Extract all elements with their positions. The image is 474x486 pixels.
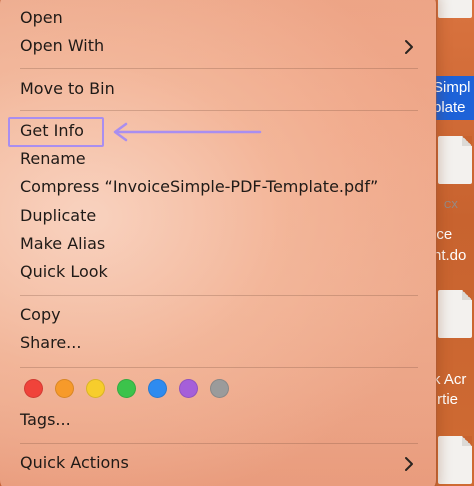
tag-yellow-dot[interactable] bbox=[86, 379, 105, 398]
menu-separator bbox=[20, 443, 418, 444]
file-type-label: CX bbox=[444, 200, 458, 211]
menu-item-label: Copy bbox=[20, 305, 61, 324]
menu-separator bbox=[20, 68, 418, 69]
desktop-selected-file-label[interactable]: Simpl plate bbox=[430, 76, 474, 120]
desktop-file-label: plate bbox=[433, 99, 466, 116]
menu-item-label: Make Alias bbox=[20, 234, 106, 253]
menu-separator bbox=[20, 367, 418, 368]
menu-item-label: Open With bbox=[20, 36, 105, 55]
menu-item-compress[interactable]: Compress “InvoiceSimple-PDF-Template.pdf… bbox=[0, 174, 436, 202]
desktop-file-icon[interactable] bbox=[438, 0, 472, 18]
tag-color-row bbox=[24, 379, 229, 399]
menu-item-tags[interactable]: Tags... bbox=[0, 407, 436, 435]
chevron-right-icon bbox=[405, 457, 413, 471]
desktop-file-label: k Acr bbox=[433, 371, 467, 388]
desktop-file-label: Simpl bbox=[433, 79, 471, 96]
desktop-file-icon[interactable] bbox=[438, 290, 472, 338]
menu-item-quick-look[interactable]: Quick Look bbox=[0, 259, 436, 287]
desktop-background: Simpl plate CX ice nt.do k Acr .rtie bbox=[430, 0, 474, 486]
context-menu: Open Open With Move to Bin Get Info Rena… bbox=[0, 0, 436, 486]
menu-item-open-with[interactable]: Open With bbox=[0, 33, 436, 61]
menu-item-rename[interactable]: Rename bbox=[0, 146, 436, 174]
desktop-file-label: .rtie bbox=[433, 391, 459, 408]
menu-item-label: Tags... bbox=[20, 410, 71, 429]
menu-item-share[interactable]: Share... bbox=[0, 330, 436, 358]
menu-item-quick-actions[interactable]: Quick Actions bbox=[0, 450, 436, 478]
desktop-file-label: nt.do bbox=[433, 247, 467, 264]
menu-item-label: Move to Bin bbox=[20, 79, 115, 98]
menu-item-copy[interactable]: Copy bbox=[0, 302, 436, 330]
chevron-right-icon bbox=[405, 40, 413, 54]
desktop-file-icon[interactable] bbox=[438, 436, 472, 484]
menu-item-make-alias[interactable]: Make Alias bbox=[0, 231, 436, 259]
tag-purple-dot[interactable] bbox=[179, 379, 198, 398]
menu-item-duplicate[interactable]: Duplicate bbox=[0, 203, 436, 231]
menu-item-open[interactable]: Open bbox=[0, 5, 436, 33]
menu-item-label: Rename bbox=[20, 149, 86, 168]
desktop-file-icon[interactable]: CX bbox=[438, 136, 472, 211]
menu-separator bbox=[20, 110, 418, 111]
tag-orange-dot[interactable] bbox=[55, 379, 74, 398]
tag-blue-dot[interactable] bbox=[148, 379, 167, 398]
menu-item-label: Duplicate bbox=[20, 206, 97, 225]
arrow-left-icon bbox=[113, 122, 262, 142]
menu-item-move-to-bin[interactable]: Move to Bin bbox=[0, 76, 436, 104]
menu-item-label: Open bbox=[20, 8, 63, 27]
tag-grey-dot[interactable] bbox=[210, 379, 229, 398]
get-info-highlight-box bbox=[8, 117, 104, 147]
menu-separator bbox=[20, 295, 418, 296]
menu-item-label: Quick Look bbox=[20, 262, 108, 281]
tag-green-dot[interactable] bbox=[117, 379, 136, 398]
menu-item-label: Compress “InvoiceSimple-PDF-Template.pdf… bbox=[20, 177, 379, 196]
menu-item-label: Quick Actions bbox=[20, 453, 129, 472]
menu-item-label: Share... bbox=[20, 333, 82, 352]
tag-red-dot[interactable] bbox=[24, 379, 43, 398]
